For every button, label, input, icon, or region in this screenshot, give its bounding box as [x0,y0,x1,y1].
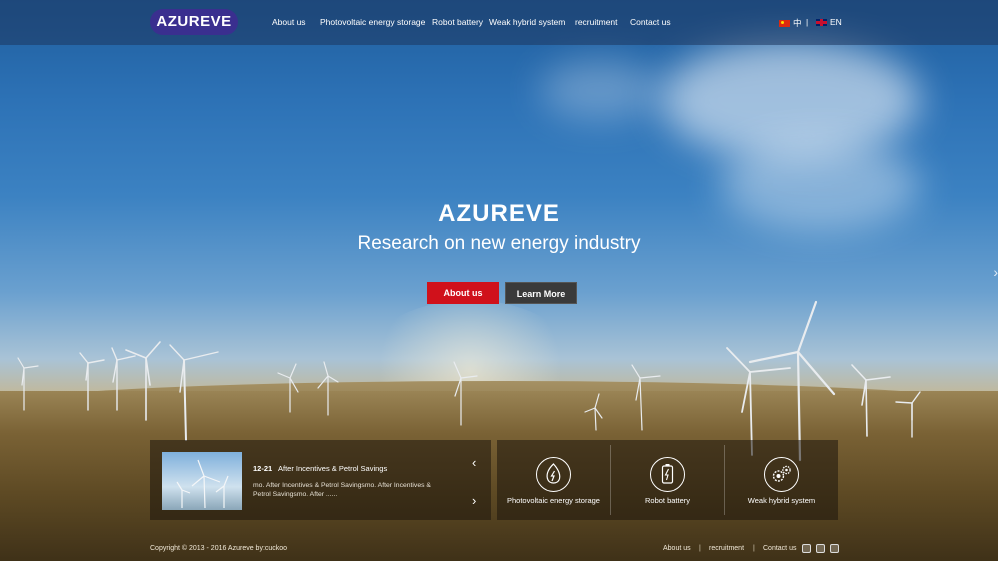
footer-separator: | [699,545,701,552]
news-prev-arrow-icon[interactable]: ‹ [472,456,476,469]
feature-weak-hybrid-system[interactable]: Weak hybrid system [725,440,838,520]
feature-label: Photovoltaic energy storage [507,496,600,505]
features-panel: Photovoltaic energy storage Robot batter… [497,440,838,520]
uk-flag-icon [816,18,827,26]
news-thumbnail[interactable] [162,452,242,510]
copyright-text: Copyright © 2013 - 2016 Azureve by:cucko… [150,545,288,552]
lang-separator: | [806,17,809,27]
wechat-icon[interactable] [816,544,825,553]
news-panel: 12-21 After Incentives & Petrol Savings … [150,440,491,520]
news-title-link[interactable]: After Incentives & Petrol Savings [278,464,387,473]
hero-subtitle: Research on new energy industry [357,233,641,254]
qq-icon[interactable] [830,544,839,553]
footer-separator: | [753,545,755,552]
nav-contact-us[interactable]: Contact us [630,17,671,27]
feature-label: Robot battery [644,496,691,505]
nav-recruitment[interactable]: recruitment [575,17,618,27]
lang-english[interactable]: EN [816,17,842,27]
battery-icon [650,457,685,492]
nav-photovoltaic-energy-storage[interactable]: Photovoltaic energy storage [320,17,425,27]
nav-weak-hybrid-system[interactable]: Weak hybrid system [489,17,565,27]
news-date: 12-21 [253,464,273,473]
feature-photovoltaic-energy-storage[interactable]: Photovoltaic energy storage [497,440,610,520]
turbine-thumbnail-icon [176,459,229,509]
hero-title: AZUREVE [438,200,560,227]
lang-english-label: EN [830,17,842,27]
footer-link-about-us[interactable]: About us [663,545,691,552]
lang-chinese-label: 中 [793,18,802,28]
brand-logo[interactable]: AZUREVE [150,9,238,35]
about-us-button[interactable]: About us [427,282,499,304]
footer-link-contact-us[interactable]: Contact us [763,545,796,552]
learn-more-button[interactable]: Learn More [505,282,577,304]
nav-robot-battery[interactable]: Robot battery [432,17,483,27]
news-excerpt: mo. After Incentives & Petrol Savingsmo.… [253,482,431,498]
lang-chinese[interactable]: 中 [779,17,802,29]
weibo-icon[interactable] [802,544,811,553]
top-navbar: AZUREVE About us Photovoltaic energy sto… [0,0,998,45]
gears-icon [764,457,799,492]
china-flag-icon [779,19,790,27]
feature-robot-battery[interactable]: Robot battery [611,440,724,520]
footer-link-recruitment[interactable]: recruitment [709,545,744,552]
news-next-arrow-icon[interactable]: › [472,494,476,507]
feature-label: Weak hybrid system [747,496,816,505]
nav-about-us[interactable]: About us [272,17,306,27]
leaf-energy-icon [536,457,571,492]
slider-next-arrow-icon[interactable]: › [993,264,998,280]
